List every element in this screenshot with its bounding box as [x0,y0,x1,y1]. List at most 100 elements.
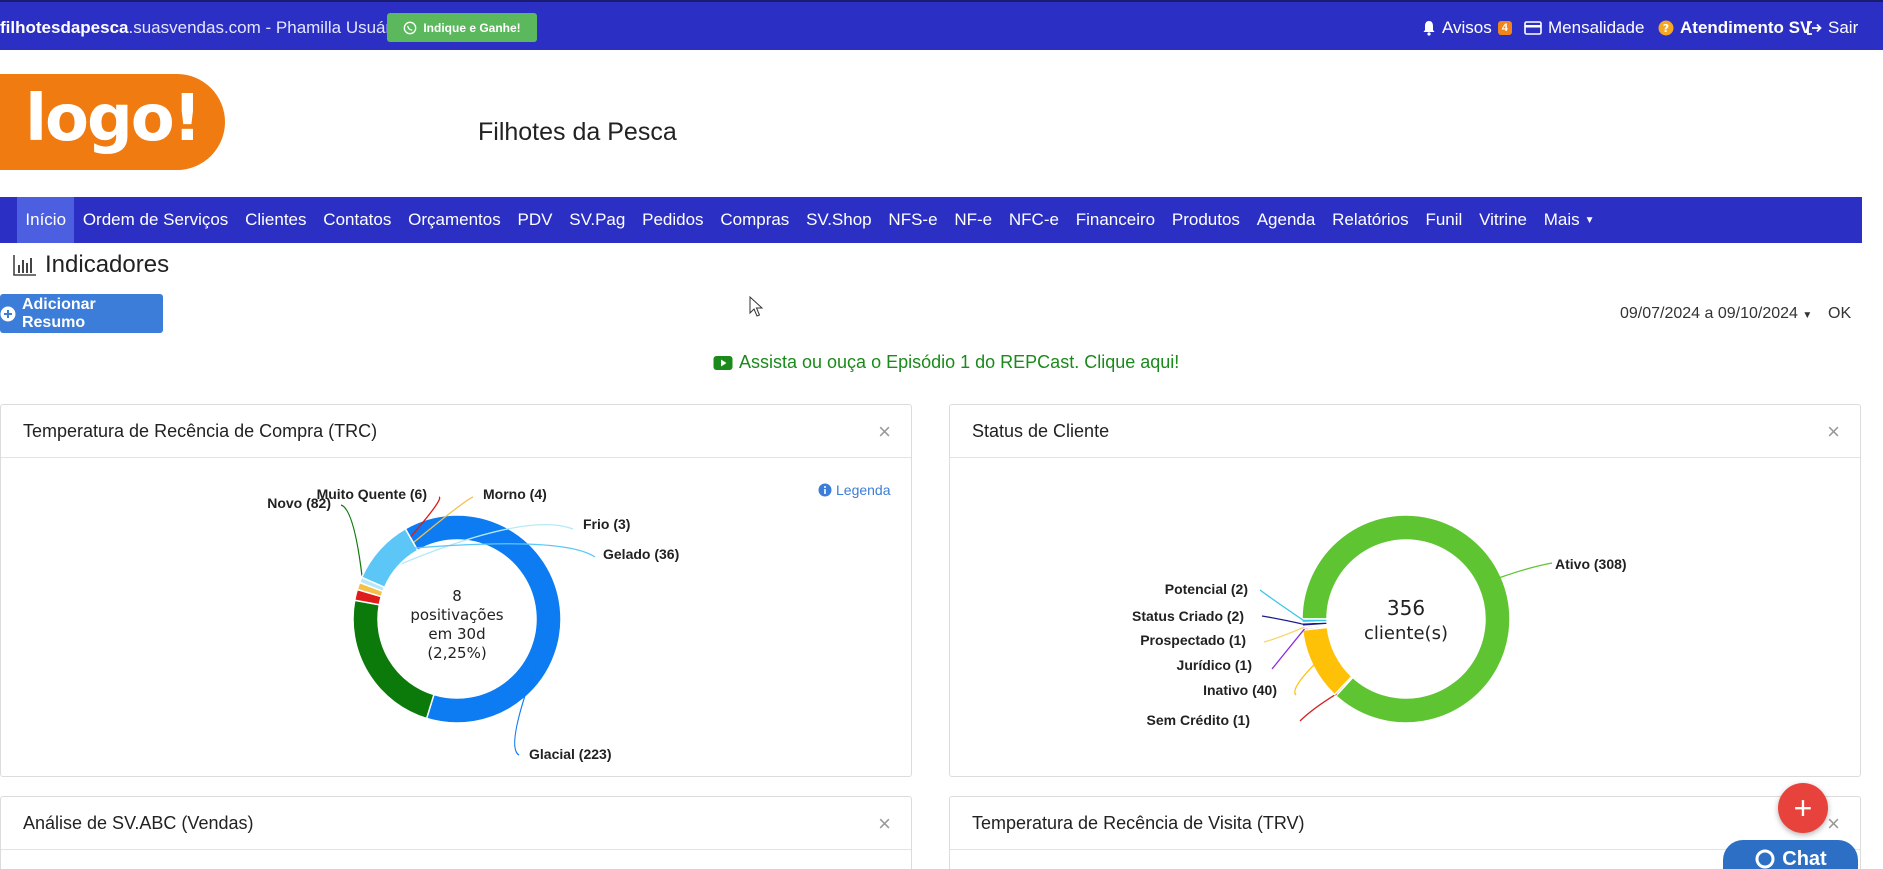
donut-center-text: 8 [452,587,462,605]
nav-item-sv-shop[interactable]: SV.Shop [798,197,880,243]
trc-close-button[interactable]: × [878,419,891,445]
nav-item-nf-e[interactable]: NF-e [946,197,1001,243]
mensalidade-label: Mensalidade [1548,18,1645,37]
slice-label-frio-3: Frio (3) [583,516,630,532]
repcast-link[interactable]: Assista ou ouça o Episódio 1 do REPCast.… [713,352,1179,373]
add-fab-button[interactable]: + [1778,783,1828,833]
donut-center-text: 356 [1387,596,1425,620]
chat-button[interactable]: Chat [1723,840,1858,869]
add-resumo-label: Adicionar Resumo [21,295,96,331]
abc-close-button[interactable]: × [878,811,891,837]
whatsapp-icon [403,21,417,34]
nav-item-pdv[interactable]: PDV [509,197,561,243]
abc-panel-title: Análise de SV.ABC (Vendas) [23,812,254,833]
status-panel-header: Status de Cliente × [950,405,1860,458]
nav-item-funil[interactable]: Funil [1417,197,1471,243]
nav-item-label: NF-e [954,210,993,229]
donut-slice-gelado-36[interactable] [360,527,419,589]
label-connector [1499,562,1553,579]
status-close-button[interactable]: × [1827,419,1840,445]
legend-link[interactable]: Legenda [818,482,891,498]
ok-button[interactable]: OK [1828,305,1851,323]
nav-item-label: NFC-e [1008,210,1059,229]
page-title-text: Indicadores [45,251,170,278]
nav-item-nfs-e[interactable]: NFS-e [880,197,946,243]
nav-item-label: Clientes [245,210,307,229]
main-nav-list: Início Ordem de Serviços Clientes Contatos O… [0,197,1862,243]
nav-item-label: Contatos [323,210,392,229]
abc-panel: Análise de SV.ABC (Vendas) × [0,796,912,869]
slice-label-juridico-1: Jurídico (1) [1177,657,1252,673]
nav-item-sv-pag[interactable]: SV.Pag [561,197,634,243]
slice-label-sem-credito-1: Sem Crédito (1) [1147,712,1250,728]
donut-slice-inativo-40[interactable] [1301,626,1353,696]
nav-item-label: Agenda [1256,210,1316,229]
company-logo[interactable]: logo! [0,74,225,170]
svg-text:?: ? [1663,22,1669,35]
slice-label-prospectado-1: Prospectado (1) [1140,632,1246,648]
avisos-link[interactable]: Avisos 4 [1422,18,1512,38]
nav-item-compras[interactable]: Compras [712,197,798,243]
nav-item-clientes[interactable]: Clientes [237,197,315,243]
legend-link-label: Legenda [836,482,891,498]
mensalidade-link[interactable]: Mensalidade [1524,18,1644,38]
nav-item-ordem-de-servicos[interactable]: Ordem de Serviços [74,197,236,243]
nav-item-produtos[interactable]: Produtos [1164,197,1249,243]
atendimento-link[interactable]: ? Atendimento SV [1658,18,1811,38]
top-bar: filhotesdapesca.suasvendas.com - Phamill… [0,0,1883,50]
chat-label: Chat [1782,848,1827,869]
trc-donut-chart: Glacial (223)Novo (82)Muito Quente (6) Mo… [267,486,679,762]
donut-slice-potencial-2[interactable] [1301,618,1328,624]
avisos-label: Avisos [1442,18,1492,37]
bar-chart-icon [13,255,36,276]
indique-ganhe-label: Indique e Ganhe! [423,20,521,35]
slice-label-potencial-2: Potencial (2) [1165,581,1248,597]
question-circle-icon: ? [1658,20,1674,36]
sair-link[interactable]: Sair [1806,18,1858,38]
site-identity: filhotesdapesca.suasvendas.com - Phamill… [0,18,432,38]
nav-item-label: SV.Pag [569,210,626,229]
nav-item-contatos[interactable]: Contatos [315,197,400,243]
page-title: Indicadores [13,251,169,279]
slice-label-gelado-36: Gelado (36) [603,546,679,562]
nav-item-financeiro[interactable]: Financeiro [1067,197,1163,243]
company-name: Filhotes da Pesca [478,118,677,146]
label-connector [1299,693,1337,722]
slice-label-muito-quente-6: Muito Quente (6) [317,486,427,502]
trv-panel-header: Temperatura de Recência de Visita (TRV) … [950,797,1860,850]
avisos-count-badge: 4 [1497,21,1512,35]
abc-panel-header: Análise de SV.ABC (Vendas) × [1,797,911,850]
label-connector [1271,628,1305,670]
trv-close-button[interactable]: × [1827,811,1840,837]
chat-bubble-icon [1755,849,1775,869]
trc-panel-title: Temperatura de Recência de Compra (TRC) [23,420,378,441]
date-range-picker[interactable]: 09/07/2024 a 09/10/2024 ▼ [1620,305,1812,323]
nav-item-label: SV.Shop [806,210,872,229]
date-range-value: 09/07/2024 a 09/10/2024 [1620,305,1798,322]
atendimento-label: Atendimento SV [1680,18,1812,37]
nav-item-mais[interactable]: Mais ▼ [1535,197,1603,243]
nav-item-vitrine[interactable]: Vitrine [1471,197,1536,243]
nav-item-label: Relatórios [1332,210,1409,229]
nav-item-relatorios[interactable]: Relatórios [1324,197,1417,243]
nav-item-agenda[interactable]: Agenda [1248,197,1323,243]
add-resumo-button[interactable]: Adicionar Resumo [0,294,163,333]
indique-ganhe-button[interactable]: Indique e Ganhe! [387,13,537,42]
nav-item-label: Orçamentos [408,210,501,229]
nav-item-pedidos[interactable]: Pedidos [634,197,712,243]
nav-item-inicio[interactable]: Início [17,197,75,243]
donut-center-text: cliente(s) [1364,623,1448,644]
nav-item-nfc-e[interactable]: NFC-e [1001,197,1068,243]
nav-item-label: Início [25,210,67,229]
status-panel-title: Status de Cliente [972,420,1110,441]
trv-panel-title: Temperatura de Recência de Visita (TRV) [972,812,1305,833]
nav-item-label: Funil [1425,210,1463,229]
trc-panel-header: Temperatura de Recência de Compra (TRC) … [1,405,911,458]
donut-center-text: positivações [410,606,503,624]
slice-label-morno-4: Morno (4) [483,486,547,502]
logo-text: logo! [25,82,202,156]
nav-item-orcamentos[interactable]: Orçamentos [400,197,509,243]
sign-out-icon [1807,21,1822,35]
donut-center-text: em 30d [428,625,485,643]
caret-down-icon: ▼ [1802,310,1813,321]
